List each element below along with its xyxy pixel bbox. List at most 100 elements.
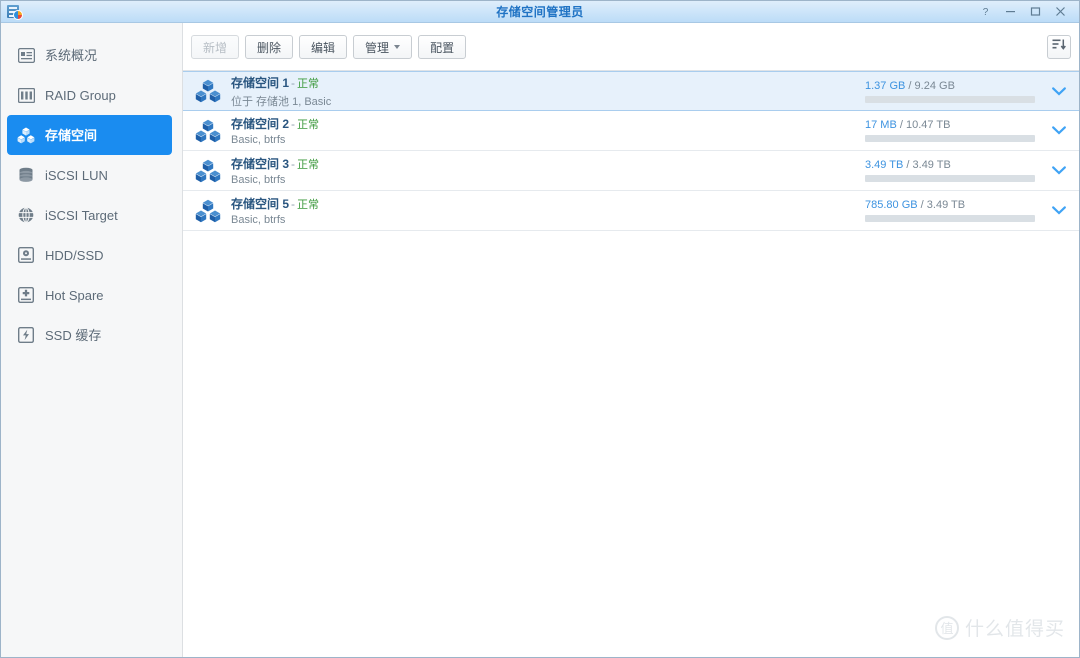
- storage-manager-icon: [7, 4, 23, 20]
- hot-spare-icon: [17, 286, 35, 304]
- row-expander[interactable]: [1047, 199, 1071, 223]
- storage-manager-window: 存储空间管理员 ? 系统概况 RAID Group 存储空间 iSCSI LUN…: [0, 0, 1080, 658]
- table-row[interactable]: 存储空间 1- 正常 位于 存储池 1, Basic 1.37 GB / 9.24…: [183, 71, 1079, 111]
- usage-separator: /: [899, 119, 903, 131]
- chevron-down-icon: [1052, 206, 1066, 215]
- usage-text: 17 MB / 10.47 TB: [865, 119, 1035, 131]
- chevron-down-icon: [1052, 86, 1066, 96]
- usage-progress-bar: [865, 175, 1035, 182]
- sidebar-item-label: HDD/SSD: [45, 247, 104, 263]
- sidebar-item-label: RAID Group: [45, 87, 116, 103]
- volume-usage: 785.80 GB / 3.49 TB: [865, 199, 1035, 222]
- create-button[interactable]: 新增: [191, 35, 240, 59]
- volume-info: 存储空间 2- 正常 Basic, btrfs: [231, 115, 865, 146]
- row-expander[interactable]: [1047, 79, 1071, 103]
- volume-name: 存储空间 2: [231, 117, 290, 131]
- volume-title: 存储空间 2- 正常: [231, 115, 865, 132]
- volume-usage: 17 MB / 10.47 TB: [865, 119, 1035, 142]
- usage-total: 3.49 TB: [926, 199, 966, 211]
- lun-icon: [17, 166, 35, 184]
- usage-separator: /: [906, 159, 910, 171]
- sidebar-item-volume[interactable]: 存储空间: [7, 115, 172, 155]
- usage-text: 1.37 GB / 9.24 GB: [865, 80, 1035, 92]
- table-row[interactable]: 存储空间 5- 正常 Basic, btrfs 785.80 GB / 3.49 …: [183, 191, 1079, 231]
- volume-info: 存储空间 5- 正常 Basic, btrfs: [231, 195, 865, 226]
- volume-subtitle: Basic, btrfs: [231, 134, 286, 146]
- sidebar-item-iscsi-lun[interactable]: iSCSI LUN: [7, 155, 172, 195]
- volume-cubes-icon: [195, 198, 221, 224]
- hdd-icon: [17, 246, 35, 264]
- sidebar-item-label: iSCSI LUN: [45, 167, 108, 183]
- window-controls: ?: [973, 1, 1079, 23]
- target-globe-icon: [17, 206, 35, 224]
- volume-icon: [17, 126, 35, 144]
- sidebar-item-label: Hot Spare: [45, 287, 104, 303]
- usage-progress-bar: [865, 135, 1035, 142]
- status-badge: 正常: [297, 119, 320, 131]
- volume-name: 存储空间 5: [231, 197, 290, 211]
- sort-button[interactable]: [1047, 35, 1071, 59]
- chevron-down-icon: [394, 45, 401, 49]
- status-badge: 正常: [297, 199, 320, 211]
- usage-total: 3.49 TB: [912, 159, 951, 171]
- sort-list-icon: [1052, 38, 1066, 57]
- overview-icon: [17, 46, 35, 64]
- title-separator: -: [291, 197, 296, 211]
- usage-text: 785.80 GB / 3.49 TB: [865, 199, 1035, 211]
- table-row[interactable]: 存储空间 3- 正常 Basic, btrfs 3.49 TB / 3.49 TB: [183, 151, 1079, 191]
- sidebar-item-ssd-cache[interactable]: SSD 缓存: [7, 315, 172, 355]
- usage-used: 1.37 GB: [865, 79, 906, 92]
- chevron-down-icon: [1052, 166, 1066, 175]
- sidebar-item-label: SSD 缓存: [45, 327, 102, 343]
- maximize-button[interactable]: [1023, 2, 1048, 22]
- edit-button[interactable]: 编辑: [299, 35, 348, 59]
- svg-text:?: ?: [983, 7, 989, 17]
- sidebar-item-raid-group[interactable]: RAID Group: [7, 75, 172, 115]
- volume-subtitle: Basic, btrfs: [231, 214, 286, 226]
- sidebar: 系统概况 RAID Group 存储空间 iSCSI LUN iSCSI Tar…: [1, 23, 183, 657]
- usage-separator: /: [908, 79, 912, 92]
- sidebar-item-iscsi-target[interactable]: iSCSI Target: [7, 195, 172, 235]
- ssd-cache-icon: [17, 326, 35, 344]
- window-title: 存储空间管理员: [496, 5, 584, 19]
- sidebar-item-label: 存储空间: [45, 127, 98, 143]
- volume-info: 存储空间 3- 正常 Basic, btrfs: [231, 155, 865, 186]
- volume-info: 存储空间 1- 正常 位于 存储池 1, Basic: [231, 74, 865, 109]
- sidebar-item-system-overview[interactable]: 系统概况: [7, 35, 172, 75]
- title-bar: 存储空间管理员 ?: [1, 1, 1079, 23]
- volume-name: 存储空间 3: [231, 157, 290, 171]
- sidebar-item-label: 系统概况: [45, 47, 98, 63]
- usage-separator: /: [920, 199, 924, 211]
- usage-total: 9.24 GB: [914, 79, 955, 92]
- delete-button[interactable]: 删除: [245, 35, 294, 59]
- usage-total: 10.47 TB: [905, 119, 951, 131]
- toolbar: 新增 删除 编辑 管理 配置: [183, 33, 1079, 61]
- sidebar-item-hot-spare[interactable]: Hot Spare: [7, 275, 172, 315]
- table-row[interactable]: 存储空间 2- 正常 Basic, btrfs 17 MB / 10.47 TB: [183, 111, 1079, 151]
- sidebar-item-label: iSCSI Target: [45, 207, 118, 223]
- raid-group-icon: [17, 86, 35, 104]
- volume-list: 存储空间 1- 正常 位于 存储池 1, Basic 1.37 GB / 9.24…: [183, 70, 1079, 657]
- manage-dropdown-button[interactable]: 管理: [353, 35, 413, 59]
- main-content: 新增 删除 编辑 管理 配置 存储空间 1 - 正常 位于 存储池 1, Bas…: [183, 23, 1079, 657]
- chevron-down-icon: [1052, 126, 1066, 135]
- minimize-button[interactable]: [998, 2, 1023, 22]
- volume-cubes-icon: [195, 158, 221, 184]
- volume-title: 存储空间 5- 正常: [231, 195, 865, 212]
- title-separator: -: [291, 157, 296, 171]
- window-body: 系统概况 RAID Group 存储空间 iSCSI LUN iSCSI Tar…: [1, 23, 1079, 657]
- volume-usage: 3.49 TB / 3.49 TB: [865, 159, 1035, 182]
- manage-dropdown-label: 管理: [365, 40, 390, 55]
- usage-used: 785.80 GB: [865, 199, 918, 211]
- volume-cubes-icon: [195, 78, 221, 104]
- volume-title: 存储空间 3- 正常: [231, 155, 865, 172]
- close-button[interactable]: [1048, 2, 1073, 22]
- help-button[interactable]: ?: [973, 2, 998, 22]
- status-badge: 正常: [297, 159, 320, 171]
- row-expander[interactable]: [1047, 119, 1071, 143]
- status-badge: 正常: [297, 77, 320, 90]
- volume-name: 存储空间 1: [231, 75, 290, 90]
- configure-button[interactable]: 配置: [418, 35, 467, 59]
- row-expander[interactable]: [1047, 159, 1071, 183]
- sidebar-item-hdd-ssd[interactable]: HDD/SSD: [7, 235, 172, 275]
